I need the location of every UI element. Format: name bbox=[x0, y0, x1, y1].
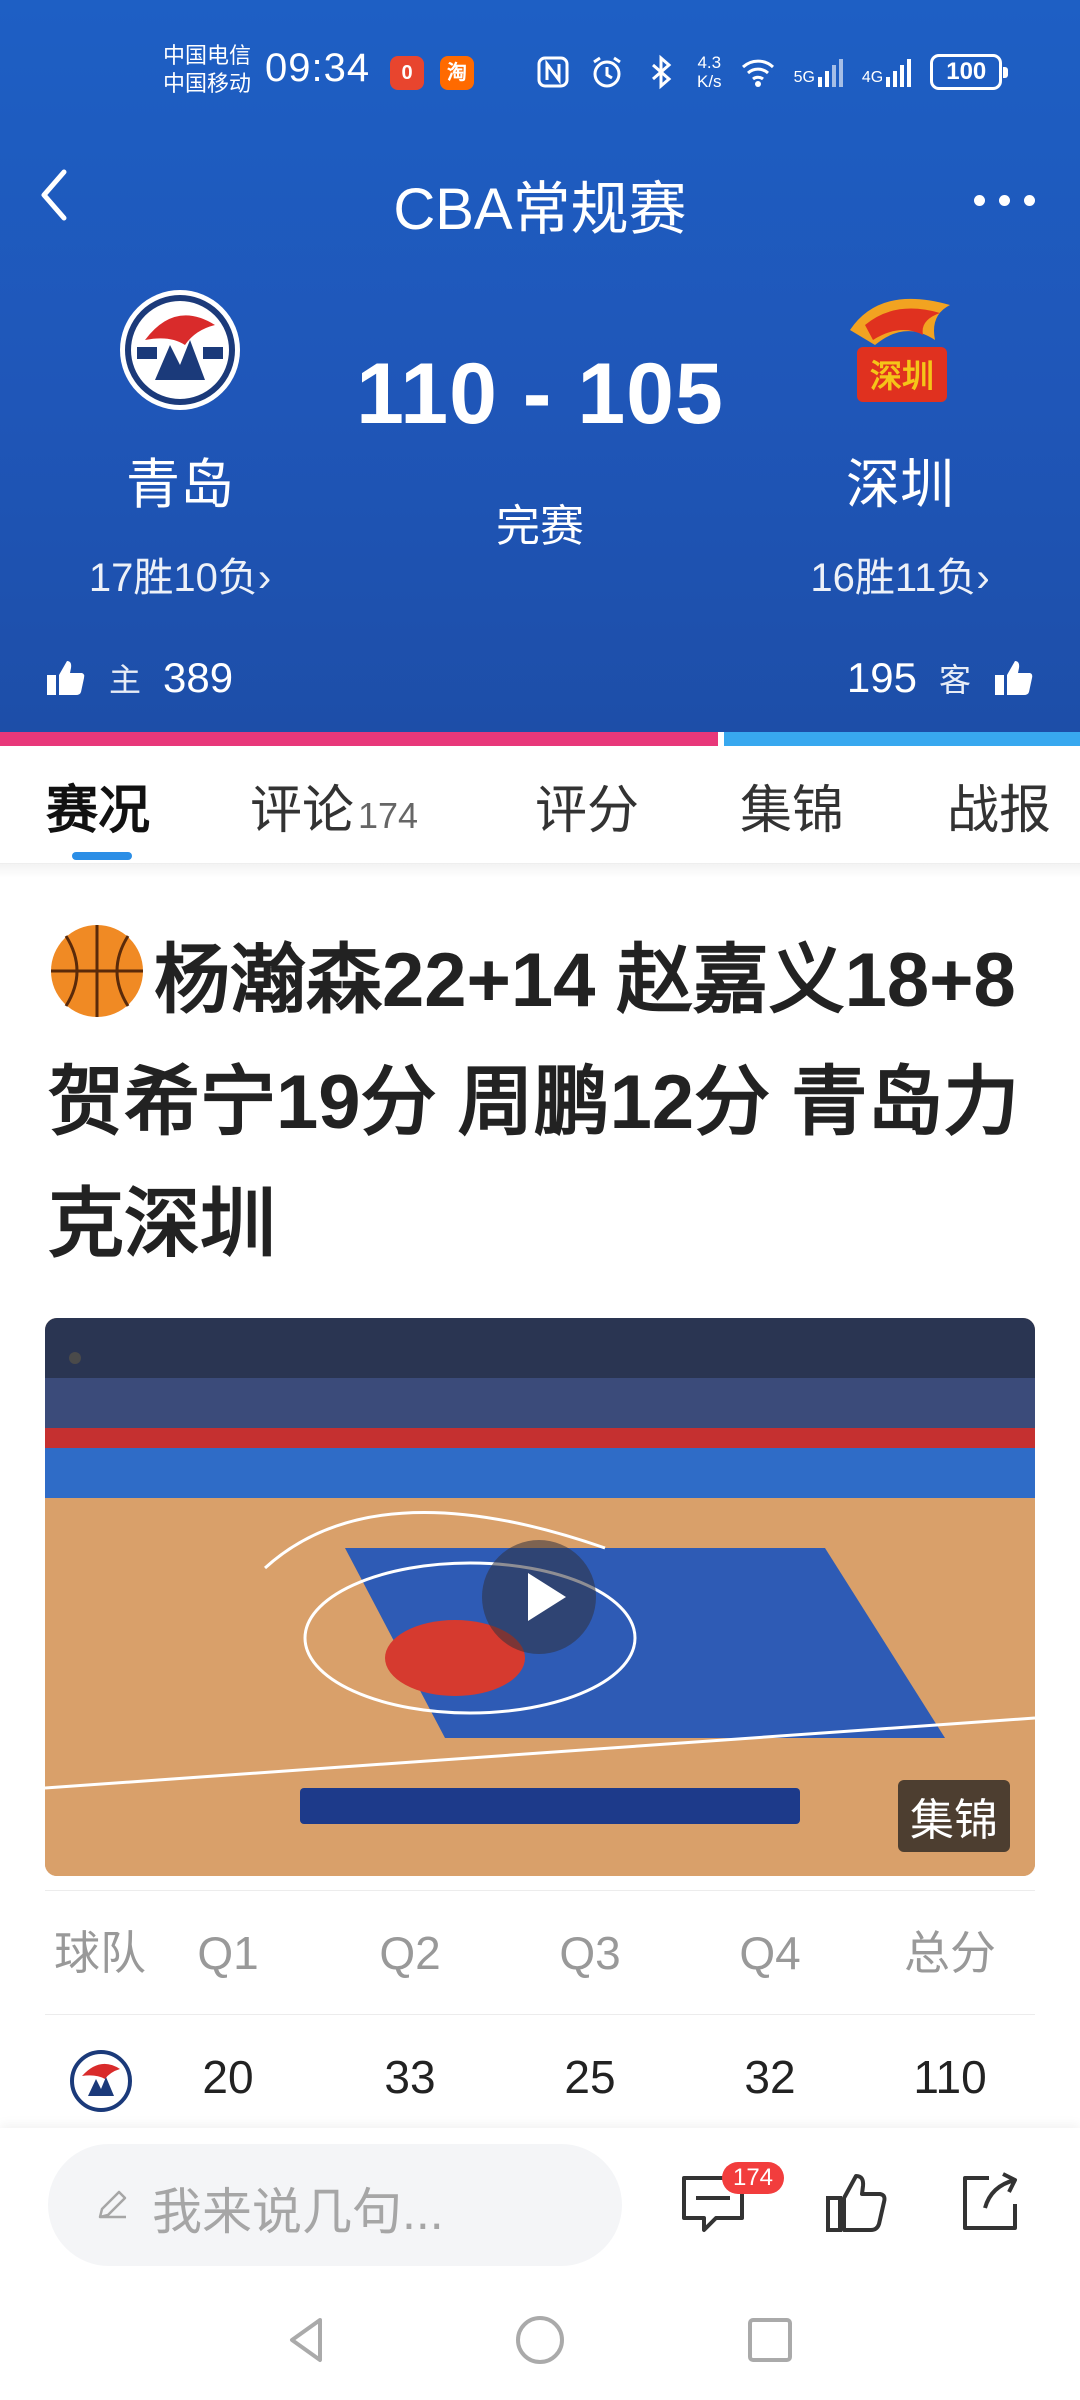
away-like-count: 195 bbox=[846, 654, 917, 701]
away-team-record[interactable]: 16胜11负› bbox=[760, 545, 1040, 603]
net-speed-value: 4.3 bbox=[697, 53, 722, 72]
share-icon[interactable] bbox=[955, 2168, 1025, 2238]
away-tag: 客 bbox=[938, 662, 971, 698]
status-clock: 09:34 bbox=[265, 46, 371, 90]
quarter-score-table: 球队 Q1 Q2 Q3 Q4 总分 20 33 25 32 110 bbox=[45, 1890, 1035, 2140]
like-icon[interactable] bbox=[822, 2168, 892, 2238]
total-score: 110 bbox=[913, 2051, 987, 2103]
table-header-row: 球队 Q1 Q2 Q3 Q4 总分 bbox=[45, 1890, 1035, 2015]
tab-ratings[interactable]: 评分 bbox=[535, 768, 639, 843]
alarm-icon bbox=[593, 56, 621, 88]
home-team-name[interactable]: 青岛 bbox=[50, 440, 310, 519]
tab-label: 评论 bbox=[250, 782, 355, 840]
system-recents-icon[interactable] bbox=[740, 2310, 800, 2370]
thumbs-up-icon bbox=[995, 661, 1033, 695]
highlight-video[interactable]: 集锦 bbox=[45, 1318, 1035, 1876]
bluetooth-icon bbox=[652, 54, 672, 90]
col-header: Q3 bbox=[559, 1927, 621, 1979]
carrier-1: 中国电信 bbox=[163, 43, 252, 68]
q1-score: 20 bbox=[202, 2051, 254, 2103]
home-like-ratio bbox=[0, 732, 719, 746]
basketball-icon bbox=[51, 925, 143, 1017]
match-header: 中国电信 中国移动 09:34 0 淘 4.3 K/s 5G 4G 100 CB… bbox=[0, 0, 1080, 735]
tab-divider bbox=[0, 864, 1080, 878]
system-home-icon[interactable] bbox=[510, 2310, 570, 2370]
content-tabs: 赛况 评论 174 评分 集锦 战报 bbox=[0, 746, 1080, 864]
wifi-icon bbox=[741, 59, 774, 87]
away-like-ratio bbox=[724, 732, 1080, 746]
comment-input[interactable]: 我来说几句... bbox=[48, 2144, 622, 2266]
signal-bars-icon bbox=[817, 59, 843, 87]
tab-comment-count: 174 bbox=[358, 795, 419, 836]
home-tag: 主 bbox=[109, 662, 142, 698]
qingdao-mini-logo bbox=[70, 2050, 132, 2112]
status-bar: 中国电信 中国移动 09:34 0 淘 4.3 K/s 5G 4G 100 bbox=[0, 0, 1080, 150]
final-score: 110 - 105 bbox=[356, 346, 724, 442]
svg-text:深圳: 深圳 bbox=[870, 357, 934, 395]
carrier-2: 中国移动 bbox=[163, 71, 252, 96]
taobao-app-icon: 淘 bbox=[440, 56, 474, 90]
pencil-icon bbox=[98, 2190, 127, 2219]
tab-label: 评分 bbox=[535, 782, 640, 840]
thumbs-up-icon bbox=[47, 661, 85, 695]
table-row: 20 33 25 32 110 bbox=[45, 2015, 1035, 2140]
q4-score: 32 bbox=[744, 2051, 796, 2103]
signal-5g-label: 5G bbox=[793, 69, 815, 86]
article-headline[interactable]: 杨瀚森22+14 赵嘉义18+8 贺希宁19分 周鹏12分 青岛力克深圳 bbox=[48, 920, 1038, 1286]
video-category-tag: 集锦 bbox=[898, 1780, 1010, 1852]
net-speed: 4.3 K/s bbox=[697, 53, 722, 91]
qingdao-team-logo[interactable] bbox=[115, 285, 245, 415]
home-like-button[interactable]: 主 389 bbox=[45, 648, 233, 708]
active-tab-indicator bbox=[72, 852, 132, 860]
tab-live[interactable]: 赛况 bbox=[46, 768, 150, 843]
nfc-icon bbox=[537, 56, 569, 88]
signal-4g: 4G bbox=[862, 57, 912, 87]
tab-label: 集锦 bbox=[740, 782, 845, 840]
col-header: Q1 bbox=[197, 1927, 259, 1979]
shenzhen-team-logo[interactable]: 深圳 bbox=[835, 285, 965, 415]
status-icons: 4.3 K/s 5G 4G 100 bbox=[535, 50, 1009, 94]
page-title: CBA常规赛 bbox=[393, 177, 687, 242]
away-like-button[interactable]: 195 客 bbox=[847, 648, 1035, 708]
col-header: Q4 bbox=[739, 1927, 801, 1979]
headline-text: 杨瀚森22+14 赵嘉义18+8 贺希宁19分 周鹏12分 青岛力克深圳 bbox=[48, 938, 1020, 1267]
home-like-count: 389 bbox=[163, 654, 234, 701]
col-header: 球队 bbox=[54, 1927, 146, 1979]
comment-placeholder: 我来说几句... bbox=[152, 2184, 444, 2240]
more-options-icon[interactable] bbox=[970, 178, 1040, 218]
q3-score: 25 bbox=[564, 2051, 616, 2103]
tab-comments[interactable]: 评论 174 bbox=[250, 768, 418, 843]
signal-bars-icon bbox=[886, 59, 912, 87]
comment-count-badge: 174 bbox=[722, 2162, 784, 2194]
away-team-name[interactable]: 深圳 bbox=[770, 440, 1030, 519]
system-navigation-bar bbox=[0, 2280, 1080, 2400]
home-team-record[interactable]: 17胜10负› bbox=[40, 545, 320, 603]
tab-report[interactable]: 战报 bbox=[947, 768, 1051, 843]
col-header: 总分 bbox=[904, 1927, 996, 1979]
signal-5g: 5G bbox=[794, 57, 844, 87]
carrier-info: 中国电信 中国移动 bbox=[163, 42, 251, 98]
match-status: 完赛 bbox=[496, 502, 584, 551]
signal-4g-label: 4G bbox=[861, 69, 884, 86]
col-header: Q2 bbox=[379, 1927, 441, 1979]
tab-highlights[interactable]: 集锦 bbox=[740, 768, 844, 843]
tab-label: 赛况 bbox=[46, 782, 151, 840]
comment-bar: 我来说几句... 174 bbox=[0, 2128, 1080, 2280]
notification-app-icon: 0 bbox=[390, 56, 424, 90]
net-speed-unit: K/s bbox=[697, 72, 722, 91]
tab-label: 战报 bbox=[947, 782, 1052, 840]
play-button[interactable] bbox=[482, 1540, 596, 1654]
q2-score: 33 bbox=[384, 2051, 436, 2103]
battery-indicator: 100 bbox=[930, 54, 1009, 90]
like-ratio-bar bbox=[0, 732, 1080, 746]
system-back-icon[interactable] bbox=[278, 2310, 338, 2370]
